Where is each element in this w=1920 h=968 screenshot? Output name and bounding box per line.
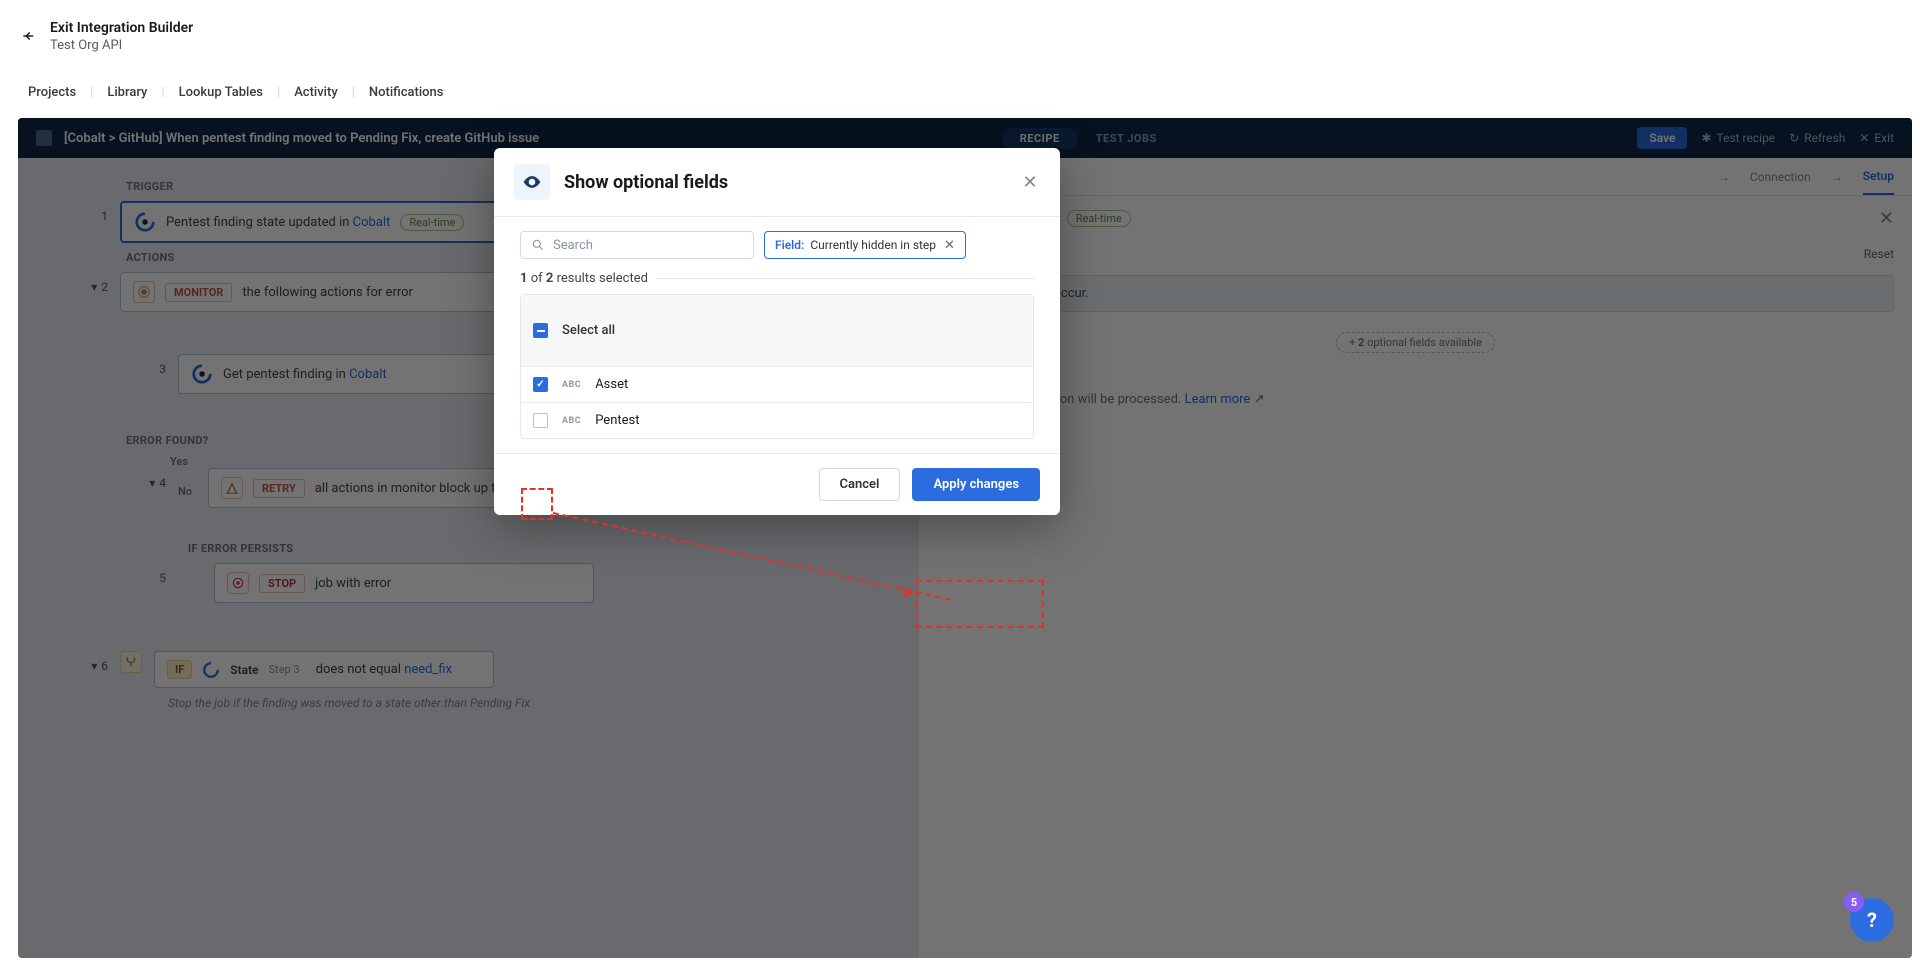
- type-abc-icon: ABC: [562, 380, 581, 390]
- checkbox-pentest[interactable]: [533, 413, 548, 428]
- checkbox-indeterminate[interactable]: [533, 323, 548, 338]
- app-header: Exit Integration Builder Test Org API: [0, 0, 1920, 72]
- eye-icon: [514, 164, 550, 200]
- filter-chip[interactable]: Field: Currently hidden in step ✕: [764, 231, 966, 259]
- optional-fields-modal: Show optional fields ✕ Search Field: Cur…: [494, 148, 1060, 515]
- modal-title: Show optional fields: [564, 172, 728, 193]
- cancel-button[interactable]: Cancel: [819, 468, 901, 501]
- field-list: Select all ABC Asset ABC Pentest: [520, 294, 1034, 439]
- header-titles: Exit Integration Builder Test Org API: [50, 20, 193, 53]
- nav-projects[interactable]: Projects: [28, 85, 76, 100]
- search-input[interactable]: Search: [520, 231, 754, 259]
- exit-label: Exit Integration Builder: [50, 20, 193, 36]
- search-icon: [531, 238, 545, 252]
- type-abc-icon: ABC: [562, 416, 581, 426]
- field-row-pentest[interactable]: ABC Pentest: [521, 403, 1033, 438]
- clear-filter-icon[interactable]: ✕: [944, 238, 955, 253]
- apply-changes-button[interactable]: Apply changes: [912, 468, 1040, 501]
- arrow-left-icon: [20, 28, 36, 44]
- select-all-row[interactable]: Select all: [521, 295, 1033, 367]
- field-label: Asset: [595, 377, 628, 392]
- checkbox-asset[interactable]: [533, 377, 548, 392]
- help-button[interactable]: ? 5: [1850, 898, 1894, 942]
- field-row-asset[interactable]: ABC Asset: [521, 367, 1033, 403]
- nav-library[interactable]: Library: [107, 85, 147, 100]
- main-nav: Projects| Library| Lookup Tables| Activi…: [0, 72, 1920, 112]
- results-count: 1 of 2 results selected: [494, 265, 1060, 294]
- nav-lookup[interactable]: Lookup Tables: [179, 85, 263, 100]
- modal-close-button[interactable]: ✕: [1020, 172, 1040, 192]
- nav-notifications[interactable]: Notifications: [369, 85, 444, 100]
- org-name: Test Org API: [50, 38, 193, 53]
- notification-badge: 5: [1844, 892, 1864, 912]
- nav-activity[interactable]: Activity: [294, 85, 338, 100]
- field-label: Pentest: [595, 413, 639, 428]
- exit-builder-link[interactable]: Exit Integration Builder Test Org API: [20, 20, 193, 53]
